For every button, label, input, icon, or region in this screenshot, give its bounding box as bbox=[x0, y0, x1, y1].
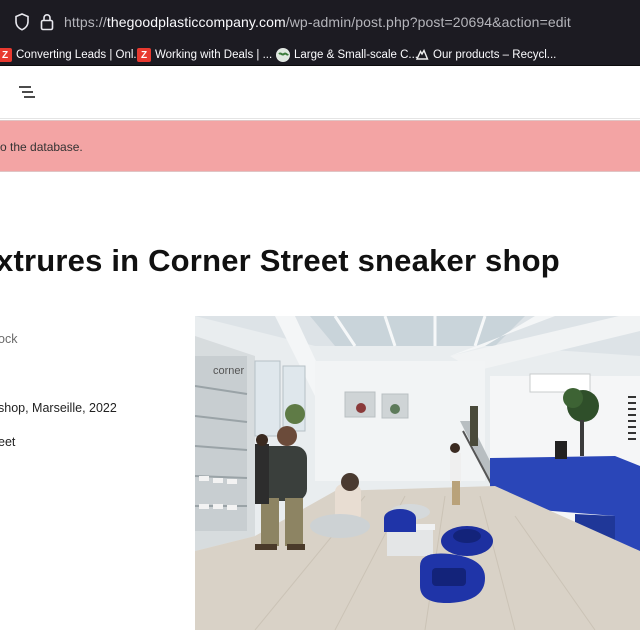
zoho-icon: Z bbox=[137, 48, 151, 62]
browser-url-bar[interactable]: https://thegoodplasticcompany.com/wp-adm… bbox=[0, 0, 640, 44]
bookmark-label: Large & Small-scale C... bbox=[294, 49, 418, 61]
url-domain: thegoodplasticcompany.com bbox=[106, 14, 286, 30]
bookmark-label: Our products – Recycl... bbox=[433, 49, 557, 61]
bookmark-our-products[interactable]: Our products – Recycl... bbox=[415, 47, 556, 63]
recycle-icon bbox=[415, 48, 429, 62]
url-path: /wp-admin/post.php?post=20694&action=edi… bbox=[285, 14, 571, 30]
bookmark-working-with-deals[interactable]: Z Working with Deals | ... bbox=[137, 47, 272, 63]
store-sign: corner bbox=[213, 365, 245, 377]
post-title[interactable]: xtrures in Corner Street sneaker shop bbox=[0, 243, 560, 279]
meta-line-2[interactable]: shop, Marseille, 2022 bbox=[0, 401, 117, 415]
bookmark-converting-leads[interactable]: Z Converting Leads | Onl... bbox=[0, 47, 143, 63]
details-icon[interactable] bbox=[0, 84, 6, 100]
bookmark-label: Converting Leads | Onl... bbox=[16, 49, 143, 61]
globe-icon bbox=[276, 48, 290, 62]
list-view-icon[interactable] bbox=[18, 85, 36, 99]
shield-icon[interactable] bbox=[14, 13, 30, 31]
error-notice: o the database. bbox=[0, 120, 640, 172]
zoho-icon: Z bbox=[0, 48, 12, 62]
lock-icon[interactable] bbox=[40, 13, 54, 31]
bookmarks-bar: Z Converting Leads | Onl... Z Working wi… bbox=[0, 44, 640, 66]
meta-line-3[interactable]: eet bbox=[0, 435, 15, 449]
notice-message: o the database. bbox=[0, 140, 83, 154]
url-text[interactable]: https://thegoodplasticcompany.com/wp-adm… bbox=[64, 14, 571, 30]
meta-line-1[interactable]: ock bbox=[0, 332, 17, 346]
url-prefix: https:// bbox=[64, 14, 107, 30]
featured-image[interactable]: corner bbox=[195, 316, 640, 630]
bookmark-label: Working with Deals | ... bbox=[155, 49, 273, 61]
editor-toolbar bbox=[0, 67, 640, 119]
bookmark-large-small-scale[interactable]: Large & Small-scale C... bbox=[276, 47, 418, 63]
